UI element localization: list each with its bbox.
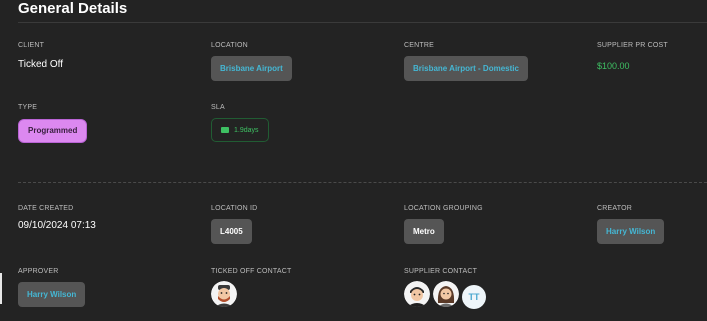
location-chip[interactable]: Brisbane Airport	[211, 56, 292, 81]
client-label: CLIENT	[18, 42, 45, 49]
scrollbar-indicator[interactable]	[0, 273, 2, 304]
approver-field: APPROVER Harry Wilson	[18, 268, 86, 307]
supplier-contact-label: SUPPLIER CONTACT	[404, 268, 478, 275]
location-grouping-label: LOCATION GROUPING	[404, 205, 483, 212]
date-created-label: DATE CREATED	[18, 205, 74, 212]
flag-icon	[221, 127, 229, 133]
location-field: LOCATION Brisbane Airport	[211, 42, 292, 81]
creator-label: CREATOR	[597, 205, 632, 212]
avatar[interactable]	[404, 281, 430, 307]
supplier-pr-cost-value: $100.00	[597, 61, 630, 71]
type-badge: Programmed	[18, 119, 88, 143]
sla-field: SLA 1.9days	[211, 104, 269, 142]
location-id-label: LOCATION ID	[211, 205, 258, 212]
sla-label: SLA	[211, 104, 225, 111]
approver-chip[interactable]: Harry Wilson	[18, 282, 86, 307]
ticked-off-contact-label: TICKED OFF CONTACT	[211, 268, 292, 275]
date-created-value: 09/10/2024 07:13	[18, 220, 96, 231]
client-field: CLIENT Ticked Off	[18, 42, 63, 70]
avatar[interactable]	[433, 281, 459, 307]
section-title: General Details	[18, 0, 128, 17]
centre-label: CENTRE	[404, 42, 434, 49]
initials-avatar[interactable]: TT	[462, 285, 486, 309]
creator-chip[interactable]: Harry Wilson	[597, 219, 665, 244]
client-value: Ticked Off	[18, 59, 64, 70]
centre-field: CENTRE Brisbane Airport - Domestic	[404, 42, 528, 81]
sla-badge: 1.9days	[211, 118, 269, 142]
supplier-pr-cost-label: SUPPLIER PR COST	[597, 42, 668, 49]
type-field: TYPE Programmed	[18, 104, 88, 143]
centre-chip[interactable]: Brisbane Airport - Domestic	[404, 56, 528, 81]
sla-value: 1.9days	[234, 126, 259, 134]
creator-field: CREATOR Harry Wilson	[597, 205, 665, 244]
location-id-field: LOCATION ID L4005	[211, 205, 257, 244]
location-grouping-field: LOCATION GROUPING Metro	[404, 205, 483, 244]
avatar[interactable]	[211, 281, 237, 307]
approver-label: APPROVER	[18, 268, 59, 275]
location-id-chip: L4005	[211, 219, 252, 244]
date-created-field: DATE CREATED 09/10/2024 07:13	[18, 205, 96, 231]
ticked-off-contact-field: TICKED OFF CONTACT	[211, 268, 291, 307]
location-label: LOCATION	[211, 42, 248, 49]
title-divider	[18, 22, 707, 23]
location-grouping-chip: Metro	[404, 219, 444, 244]
supplier-contact-field: SUPPLIER CONTACT TT	[404, 268, 486, 309]
supplier-pr-cost-field: SUPPLIER PR COST $100.00	[597, 42, 668, 71]
type-label: TYPE	[18, 104, 38, 111]
section-divider	[18, 182, 707, 183]
